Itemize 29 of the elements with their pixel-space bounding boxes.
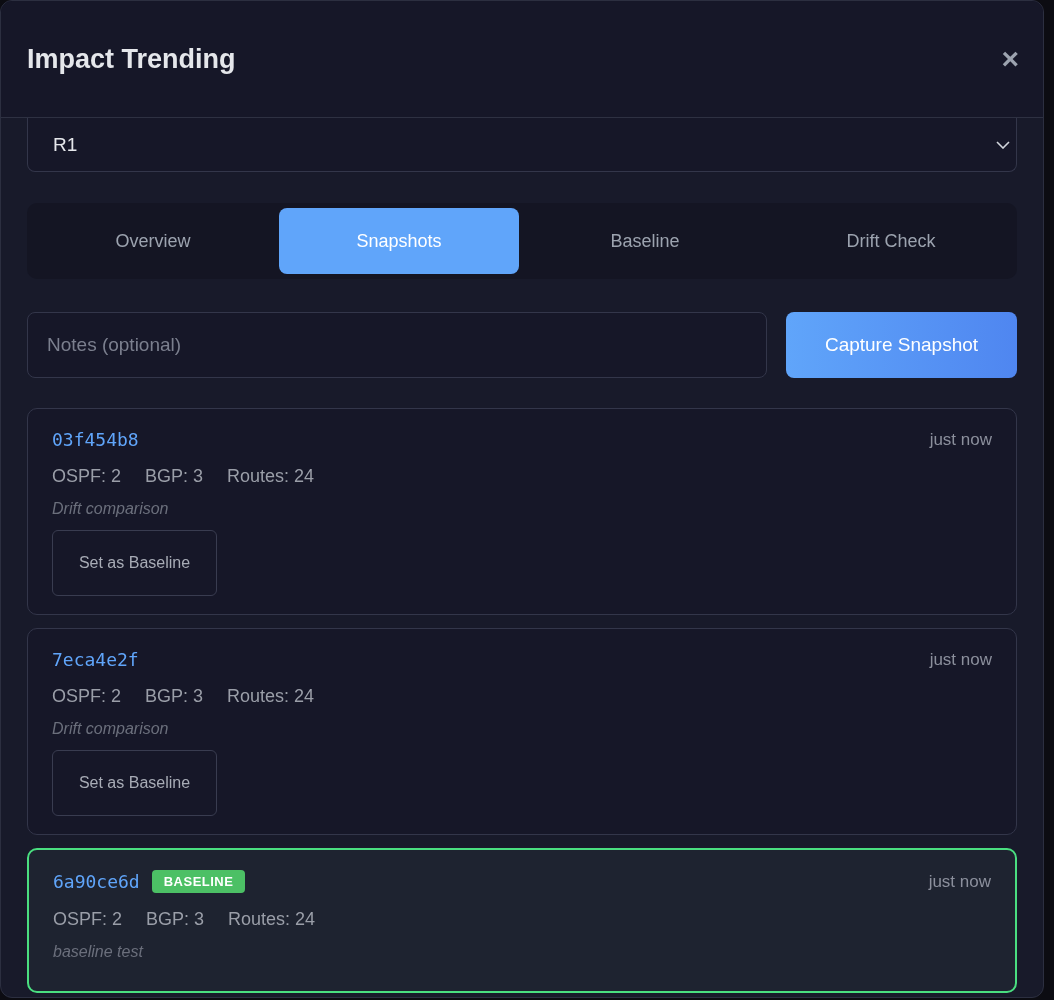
snapshot-note: Drift comparison: [52, 720, 170, 738]
snapshot-time: just now: [928, 871, 991, 892]
baseline-badge: BASELINE: [151, 870, 246, 893]
snapshot-stat: BGP: 3: [146, 909, 205, 930]
snapshot-stat: OSPF: 2: [52, 686, 122, 707]
snapshot-id: 7eca4e2f: [52, 649, 139, 670]
set-baseline-button[interactable]: Set as Baseline: [52, 530, 217, 596]
snapshot-stat: Routes: 24: [227, 686, 315, 707]
snapshot-note: Drift comparison: [52, 500, 170, 518]
snapshot-time: just now: [929, 429, 992, 450]
snapshot-stat: OSPF: 2: [52, 466, 122, 487]
snapshot-stat: Routes: 24: [228, 909, 316, 930]
snapshot-note: baseline test: [53, 943, 145, 961]
snapshot-stat: BGP: 3: [145, 686, 204, 707]
snapshot-time: just now: [929, 649, 992, 670]
set-baseline-button[interactable]: Set as Baseline: [52, 750, 217, 816]
close-button[interactable]: ×: [1001, 44, 1019, 74]
tab[interactable]: Drift Check: [771, 208, 1011, 274]
tab[interactable]: Baseline: [525, 208, 765, 274]
chevron-down-icon: [996, 140, 1010, 149]
notes-field[interactable]: Notes (optional): [27, 312, 767, 378]
router-select[interactable]: R1: [27, 118, 1017, 172]
snapshot-id: 6a90ce6d: [53, 871, 140, 892]
snapshot-id: 03f454b8: [52, 429, 139, 450]
snapshot-stat: Routes: 24: [227, 466, 315, 487]
tab[interactable]: Overview: [33, 208, 273, 274]
dialog-title: Impact Trending: [27, 43, 236, 75]
snapshot-stat: OSPF: 2: [53, 909, 123, 930]
snapshot-stat: BGP: 3: [145, 466, 204, 487]
